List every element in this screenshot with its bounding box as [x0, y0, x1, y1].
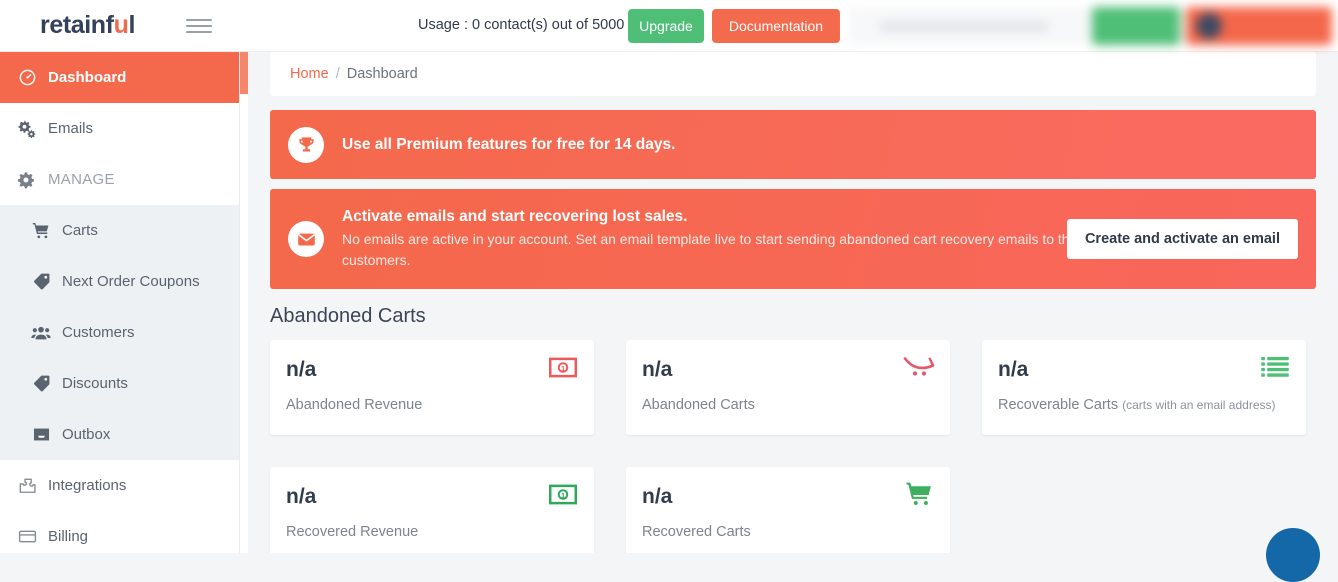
- tag-icon: [24, 272, 58, 291]
- upgrade-button[interactable]: Upgrade: [628, 9, 704, 43]
- stat-value: n/a: [642, 485, 673, 508]
- brand-logo-prefix: retainf: [40, 11, 114, 39]
- premium-trial-banner: Use all Premium features for free for 14…: [270, 110, 1316, 179]
- sidebar-item-label: Billing: [48, 528, 89, 545]
- stat-card-recovered-revenue[interactable]: n/a Recovered Revenue 1: [270, 467, 594, 553]
- sidebar-item-label: Discounts: [62, 375, 128, 392]
- documentation-button[interactable]: Documentation: [712, 9, 840, 43]
- breadcrumb: Home / Dashboard: [270, 52, 1316, 96]
- stat-card-recovered-carts[interactable]: n/a Recovered Carts: [626, 467, 950, 553]
- activate-banner-body: Activate emails and start recovering los…: [324, 208, 1094, 271]
- stat-label: Abandoned Carts: [642, 397, 755, 413]
- breadcrumb-separator: /: [335, 66, 340, 82]
- stat-value: n/a: [286, 485, 317, 508]
- sidebar-item-label: Dashboard: [48, 69, 127, 86]
- brand-logo-accent: u: [113, 11, 129, 39]
- header-blurred-green-button: [1092, 7, 1180, 45]
- breadcrumb-current: Dashboard: [346, 66, 418, 82]
- sidebar-item-customers[interactable]: Customers: [0, 307, 239, 358]
- premium-banner-text: Use all Premium features for free for 14…: [342, 135, 676, 153]
- sidebar-item-carts[interactable]: Carts: [0, 205, 239, 256]
- sidebar-item-label: Integrations: [48, 477, 127, 494]
- banknote-icon: 1: [546, 352, 580, 382]
- stat-card-grid: n/a Abandoned Revenue 1 n/a Abandoned Ca…: [270, 340, 1316, 553]
- sidebar-item-emails[interactable]: Emails: [0, 103, 239, 154]
- hamburger-icon[interactable]: [178, 18, 220, 33]
- sidebar-item-label: Next Order Coupons: [62, 273, 200, 290]
- header-obscured-region: [848, 7, 1332, 45]
- sidebar-item-label: Customers: [62, 324, 135, 341]
- credit-card-icon: [10, 527, 44, 546]
- stat-label-note: (carts with an email address): [1122, 398, 1276, 412]
- list-icon: [1258, 352, 1292, 382]
- cart-outline-icon: [902, 352, 936, 382]
- trophy-icon: [288, 126, 324, 163]
- stat-card-abandoned-revenue[interactable]: n/a Abandoned Revenue 1: [270, 340, 594, 435]
- breadcrumb-home-link[interactable]: Home: [290, 66, 329, 82]
- stat-label: Recovered Revenue: [286, 524, 419, 540]
- stat-card-abandoned-carts[interactable]: n/a Abandoned Carts: [626, 340, 950, 435]
- sidebar-item-label: MANAGE: [48, 171, 115, 188]
- sidebar-item-label: Emails: [48, 120, 94, 137]
- create-and-activate-email-button[interactable]: Create and activate an email: [1066, 219, 1298, 259]
- svg-text:1: 1: [561, 363, 565, 372]
- stat-card-recoverable-carts[interactable]: n/a Recoverable Carts (carts with an ema…: [982, 340, 1306, 435]
- sidebar-item-next-order-coupons[interactable]: Next Order Coupons: [0, 256, 239, 307]
- top-header: retainf u l Usage : 0 contact(s) out of 50…: [0, 0, 1338, 52]
- activate-banner-title: Activate emails and start recovering los…: [342, 207, 688, 225]
- chat-widget-button[interactable]: [1266, 528, 1320, 582]
- users-icon: [24, 323, 58, 343]
- sidebar-edge: [240, 52, 248, 553]
- puzzle-icon: [10, 476, 44, 496]
- sidebar-item-integrations[interactable]: Integrations: [0, 460, 239, 511]
- usage-text: Usage : 0 contact(s) out of 5000: [418, 17, 625, 33]
- brand-logo[interactable]: retainf u l: [0, 11, 178, 40]
- sidebar-item-dashboard[interactable]: Dashboard: [0, 52, 239, 103]
- cart-icon: [24, 221, 58, 240]
- stat-value: n/a: [642, 358, 673, 381]
- sidebar-submenu-manage: Carts Next Order Coupons Customers Disco…: [0, 205, 239, 460]
- cart-solid-icon: [902, 479, 936, 509]
- stat-label: Abandoned Revenue: [286, 397, 423, 413]
- envelope-icon: [288, 221, 324, 257]
- inbox-icon: [24, 425, 58, 444]
- sidebar-item-discounts[interactable]: Discounts: [0, 358, 239, 409]
- header-blurred-field: [848, 7, 1096, 45]
- tag-icon: [24, 374, 58, 393]
- stat-value: n/a: [286, 358, 317, 381]
- svg-text:1: 1: [561, 490, 565, 499]
- sidebar-item-label: Outbox: [62, 426, 111, 443]
- activate-banner-description: No emails are active in your account. Se…: [342, 230, 1078, 268]
- main-content: Home / Dashboard Use all Premium feature…: [248, 52, 1338, 553]
- stat-label: Recoverable Carts (carts with an email a…: [998, 397, 1276, 413]
- gears-icon: [10, 119, 44, 138]
- sidebar-item-manage[interactable]: MANAGE: [0, 154, 239, 205]
- gear-icon: [10, 171, 44, 189]
- brand-logo-suffix: l: [128, 11, 136, 39]
- sidebar-nav: Dashboard Emails MANAGE Carts Next Order…: [0, 52, 240, 553]
- page-title: Abandoned Carts: [270, 305, 426, 327]
- stat-value: n/a: [998, 358, 1029, 381]
- banknote-icon: 1: [546, 479, 580, 509]
- activate-emails-banner: Activate emails and start recovering los…: [270, 189, 1316, 289]
- sidebar-item-billing[interactable]: Billing: [0, 511, 239, 562]
- stat-label: Recovered Carts: [642, 524, 751, 540]
- gauge-icon: [10, 68, 44, 87]
- header-blurred-avatar: [1196, 13, 1222, 39]
- sidebar-item-outbox[interactable]: Outbox: [0, 409, 239, 460]
- sidebar-item-label: Carts: [62, 222, 98, 239]
